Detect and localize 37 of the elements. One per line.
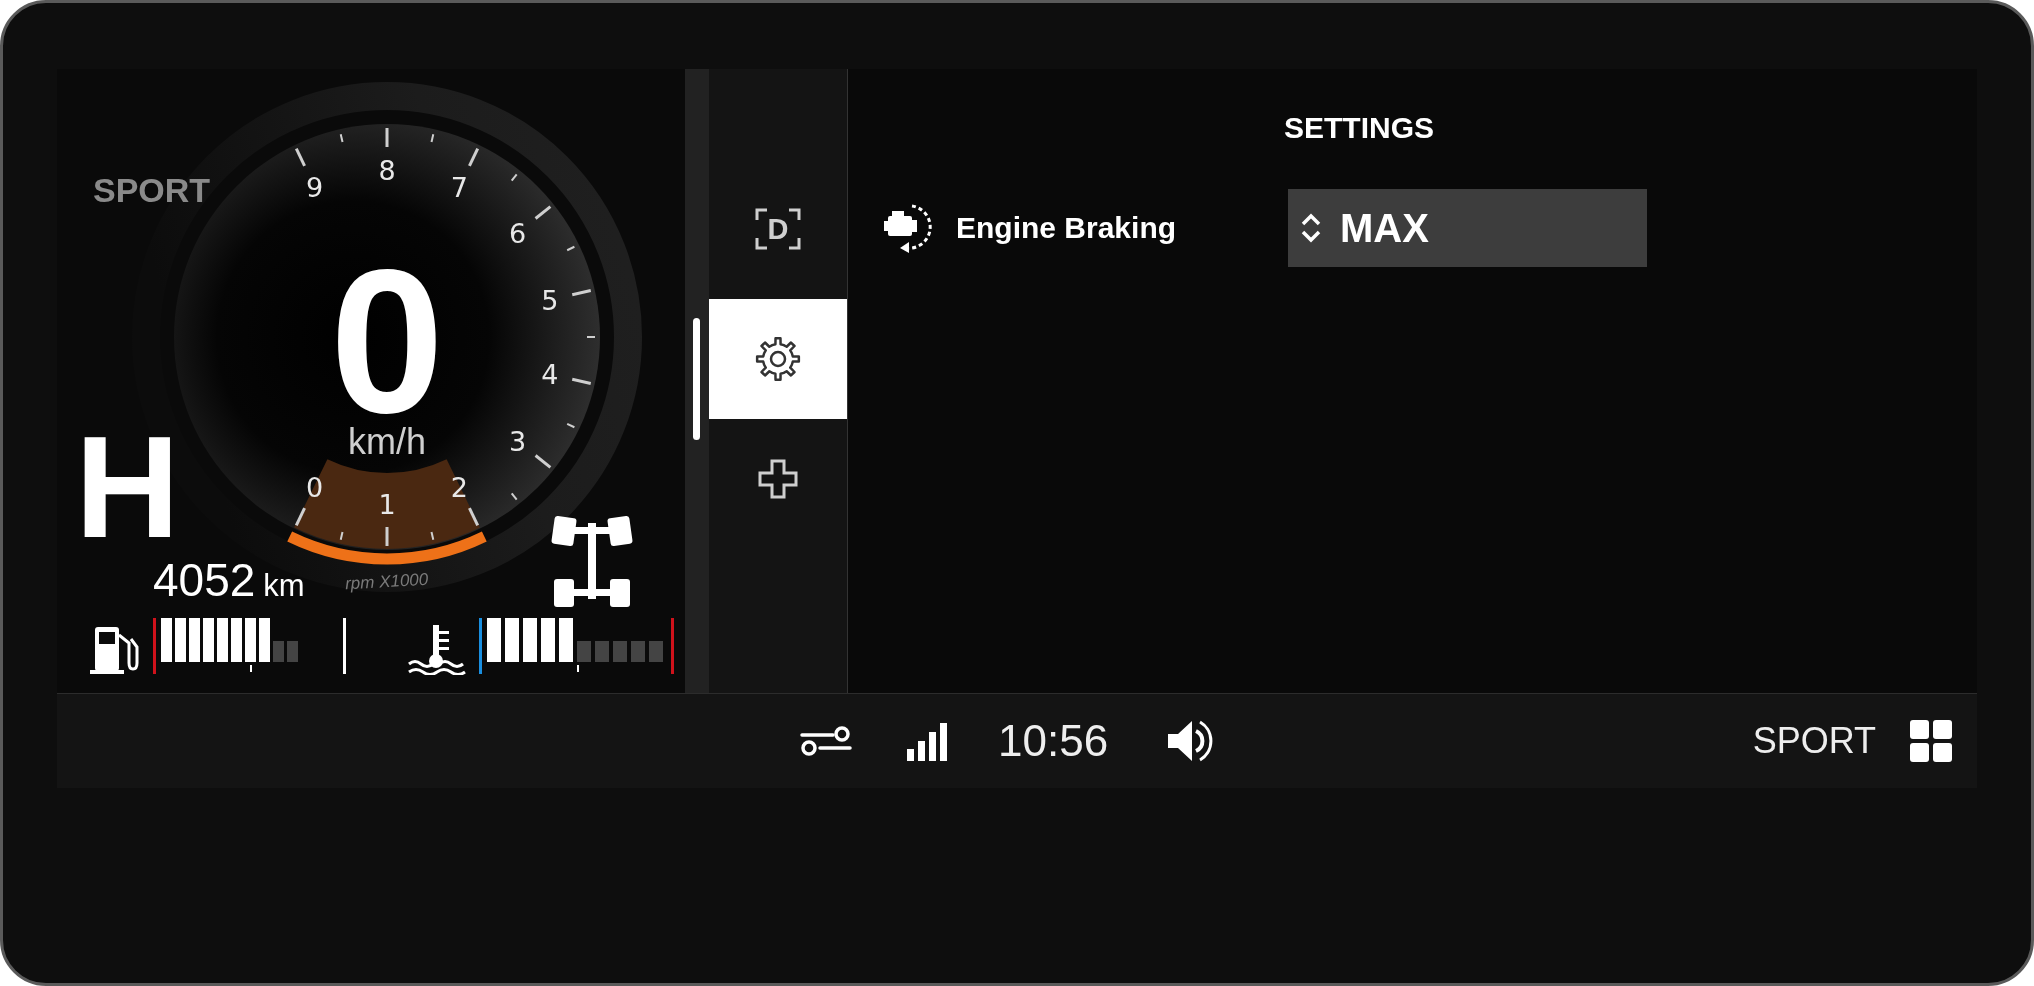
engine-brake-icon — [882, 202, 932, 254]
settings-icon — [755, 336, 801, 382]
gauge-label: 4 — [541, 359, 559, 391]
sidebar-item[interactable] — [709, 299, 847, 419]
gauge-label: 2 — [450, 472, 469, 504]
scrollbar-thumb[interactable] — [693, 318, 700, 440]
gauge-label: 9 — [305, 171, 324, 203]
settings-title: SETTINGS — [1283, 113, 1435, 143]
drive-mode: SPORT — [93, 173, 211, 207]
gauge-label: 5 — [541, 284, 559, 316]
grid-menu-icon[interactable] — [1910, 720, 1952, 762]
sidebar-item[interactable]: D — [709, 179, 847, 299]
gauge-label: 8 — [378, 155, 396, 186]
four-wheel-drive-icon — [551, 515, 633, 609]
clock-time: 10:56 — [998, 719, 1109, 763]
gauge-label: 1 — [378, 489, 396, 520]
gauge-label: 6 — [508, 217, 527, 249]
sliders-icon[interactable] — [800, 726, 852, 756]
odometer-unit: km — [263, 570, 305, 601]
thermometer-icon — [407, 623, 467, 675]
value-selector[interactable]: MAX — [1288, 189, 1647, 267]
speed-unit: km/h — [348, 421, 426, 462]
rpm-unit-label: rpm X1000 — [344, 569, 429, 594]
gauge-label: 0 — [305, 472, 324, 504]
gear-indicator: H — [75, 415, 180, 560]
odometer-value: 4052 — [153, 557, 256, 603]
volume-icon[interactable] — [1166, 719, 1215, 763]
gauge-label: 7 — [450, 171, 469, 203]
plus-icon — [758, 459, 798, 499]
drive-mode-label: SPORT — [1752, 723, 1876, 759]
bracket-icon — [755, 208, 801, 250]
gauge-label: 3 — [508, 426, 527, 458]
fuel-pump-icon — [89, 625, 141, 675]
up-down-chevron-icon — [1300, 212, 1322, 244]
signal-strength-icon — [905, 721, 950, 761]
setting-label: Engine Braking — [956, 211, 1177, 245]
speed-readout: 0 — [329, 264, 445, 418]
